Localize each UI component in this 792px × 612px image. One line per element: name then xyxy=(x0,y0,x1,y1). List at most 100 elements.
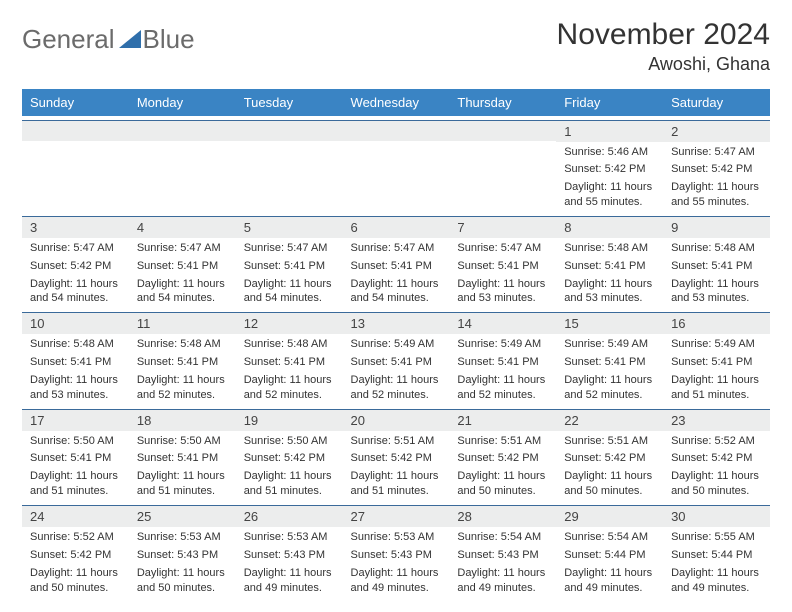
day-cell: 11Sunrise: 5:48 AMSunset: 5:41 PMDayligh… xyxy=(129,313,236,409)
sunrise-text: Sunrise: 5:51 AM xyxy=(449,431,556,449)
day-number: 12 xyxy=(236,313,343,334)
sunset-text: Sunset: 5:41 PM xyxy=(343,352,450,370)
sunrise-text: Sunrise: 5:48 AM xyxy=(236,334,343,352)
sunrise-text: Sunrise: 5:48 AM xyxy=(22,334,129,352)
day-cell xyxy=(449,120,556,216)
day-number: 9 xyxy=(663,217,770,238)
day-number: 16 xyxy=(663,313,770,334)
sunset-text: Sunset: 5:42 PM xyxy=(449,448,556,466)
day-number: 1 xyxy=(556,121,663,142)
day-cell: 16Sunrise: 5:49 AMSunset: 5:41 PMDayligh… xyxy=(663,313,770,409)
sunset-text: Sunset: 5:41 PM xyxy=(449,256,556,274)
day-cell: 20Sunrise: 5:51 AMSunset: 5:42 PMDayligh… xyxy=(343,409,450,505)
daylight-text: Daylight: 11 hours and 53 minutes. xyxy=(22,370,129,403)
daylight-text: Daylight: 11 hours and 54 minutes. xyxy=(236,274,343,307)
brand-part2: Blue xyxy=(143,24,195,55)
sunset-text: Sunset: 5:42 PM xyxy=(556,448,663,466)
day-number: 5 xyxy=(236,217,343,238)
sunset-text: Sunset: 5:41 PM xyxy=(129,256,236,274)
sunrise-text: Sunrise: 5:53 AM xyxy=(236,527,343,545)
day-cell: 1Sunrise: 5:46 AMSunset: 5:42 PMDaylight… xyxy=(556,120,663,216)
day-number: 13 xyxy=(343,313,450,334)
sunrise-text: Sunrise: 5:48 AM xyxy=(663,238,770,256)
daylight-text: Daylight: 11 hours and 54 minutes. xyxy=(129,274,236,307)
sunrise-text: Sunrise: 5:54 AM xyxy=(449,527,556,545)
sunrise-text: Sunrise: 5:50 AM xyxy=(236,431,343,449)
daylight-text: Daylight: 11 hours and 51 minutes. xyxy=(129,466,236,499)
sunset-text: Sunset: 5:44 PM xyxy=(663,545,770,563)
sunrise-text: Sunrise: 5:55 AM xyxy=(663,527,770,545)
daylight-text: Daylight: 11 hours and 53 minutes. xyxy=(663,274,770,307)
day-cell: 7Sunrise: 5:47 AMSunset: 5:41 PMDaylight… xyxy=(449,216,556,312)
day-cell: 10Sunrise: 5:48 AMSunset: 5:41 PMDayligh… xyxy=(22,313,129,409)
day-cell: 14Sunrise: 5:49 AMSunset: 5:41 PMDayligh… xyxy=(449,313,556,409)
day-number: 11 xyxy=(129,313,236,334)
sunrise-text: Sunrise: 5:51 AM xyxy=(343,431,450,449)
daylight-text: Daylight: 11 hours and 49 minutes. xyxy=(236,563,343,596)
daylight-text: Daylight: 11 hours and 53 minutes. xyxy=(449,274,556,307)
sunset-text: Sunset: 5:42 PM xyxy=(663,159,770,177)
day-cell xyxy=(236,120,343,216)
day-number: 4 xyxy=(129,217,236,238)
day-header-thu: Thursday xyxy=(449,89,556,116)
sunrise-text: Sunrise: 5:54 AM xyxy=(556,527,663,545)
sunrise-text: Sunrise: 5:49 AM xyxy=(343,334,450,352)
daylight-text: Daylight: 11 hours and 52 minutes. xyxy=(129,370,236,403)
day-header-fri: Friday xyxy=(556,89,663,116)
sunset-text: Sunset: 5:42 PM xyxy=(556,159,663,177)
sunrise-text: Sunrise: 5:47 AM xyxy=(663,142,770,160)
title-block: November 2024 Awoshi, Ghana xyxy=(557,18,770,75)
day-number: 15 xyxy=(556,313,663,334)
sunrise-text: Sunrise: 5:47 AM xyxy=(22,238,129,256)
sunrise-text: Sunrise: 5:50 AM xyxy=(129,431,236,449)
day-cell: 4Sunrise: 5:47 AMSunset: 5:41 PMDaylight… xyxy=(129,216,236,312)
daylight-text: Daylight: 11 hours and 51 minutes. xyxy=(22,466,129,499)
sunset-text: Sunset: 5:41 PM xyxy=(129,448,236,466)
sunset-text: Sunset: 5:41 PM xyxy=(236,256,343,274)
day-cell: 29Sunrise: 5:54 AMSunset: 5:44 PMDayligh… xyxy=(556,506,663,602)
day-number: 26 xyxy=(236,506,343,527)
brand-logo: General Blue xyxy=(22,24,195,55)
sunset-text: Sunset: 5:41 PM xyxy=(129,352,236,370)
sunset-text: Sunset: 5:43 PM xyxy=(236,545,343,563)
daylight-text: Daylight: 11 hours and 53 minutes. xyxy=(556,274,663,307)
day-number: 7 xyxy=(449,217,556,238)
header: General Blue November 2024 Awoshi, Ghana xyxy=(22,18,770,75)
sunset-text: Sunset: 5:41 PM xyxy=(343,256,450,274)
location-label: Awoshi, Ghana xyxy=(557,54,770,75)
day-number xyxy=(129,121,236,141)
daylight-text: Daylight: 11 hours and 52 minutes. xyxy=(236,370,343,403)
day-cell: 26Sunrise: 5:53 AMSunset: 5:43 PMDayligh… xyxy=(236,506,343,602)
sunset-text: Sunset: 5:43 PM xyxy=(449,545,556,563)
day-number: 21 xyxy=(449,410,556,431)
sunset-text: Sunset: 5:41 PM xyxy=(556,256,663,274)
sunrise-text: Sunrise: 5:53 AM xyxy=(129,527,236,545)
sunset-text: Sunset: 5:41 PM xyxy=(663,256,770,274)
sunrise-text: Sunrise: 5:47 AM xyxy=(449,238,556,256)
brand-part1: General xyxy=(22,24,115,55)
daylight-text: Daylight: 11 hours and 49 minutes. xyxy=(663,563,770,596)
daylight-text: Daylight: 11 hours and 50 minutes. xyxy=(449,466,556,499)
logo-triangle-icon xyxy=(119,30,141,48)
sunrise-text: Sunrise: 5:48 AM xyxy=(129,334,236,352)
daylight-text: Daylight: 11 hours and 51 minutes. xyxy=(663,370,770,403)
day-number xyxy=(449,121,556,141)
sunrise-text: Sunrise: 5:49 AM xyxy=(663,334,770,352)
day-cell: 28Sunrise: 5:54 AMSunset: 5:43 PMDayligh… xyxy=(449,506,556,602)
sunrise-text: Sunrise: 5:47 AM xyxy=(343,238,450,256)
day-number: 8 xyxy=(556,217,663,238)
sunset-text: Sunset: 5:42 PM xyxy=(663,448,770,466)
day-number: 17 xyxy=(22,410,129,431)
sunset-text: Sunset: 5:41 PM xyxy=(236,352,343,370)
day-number: 2 xyxy=(663,121,770,142)
day-number: 20 xyxy=(343,410,450,431)
daylight-text: Daylight: 11 hours and 51 minutes. xyxy=(236,466,343,499)
day-cell: 23Sunrise: 5:52 AMSunset: 5:42 PMDayligh… xyxy=(663,409,770,505)
day-number: 3 xyxy=(22,217,129,238)
sunset-text: Sunset: 5:41 PM xyxy=(22,448,129,466)
sunrise-text: Sunrise: 5:48 AM xyxy=(556,238,663,256)
daylight-text: Daylight: 11 hours and 50 minutes. xyxy=(129,563,236,596)
day-cell: 8Sunrise: 5:48 AMSunset: 5:41 PMDaylight… xyxy=(556,216,663,312)
day-header-sun: Sunday xyxy=(22,89,129,116)
sunset-text: Sunset: 5:41 PM xyxy=(22,352,129,370)
